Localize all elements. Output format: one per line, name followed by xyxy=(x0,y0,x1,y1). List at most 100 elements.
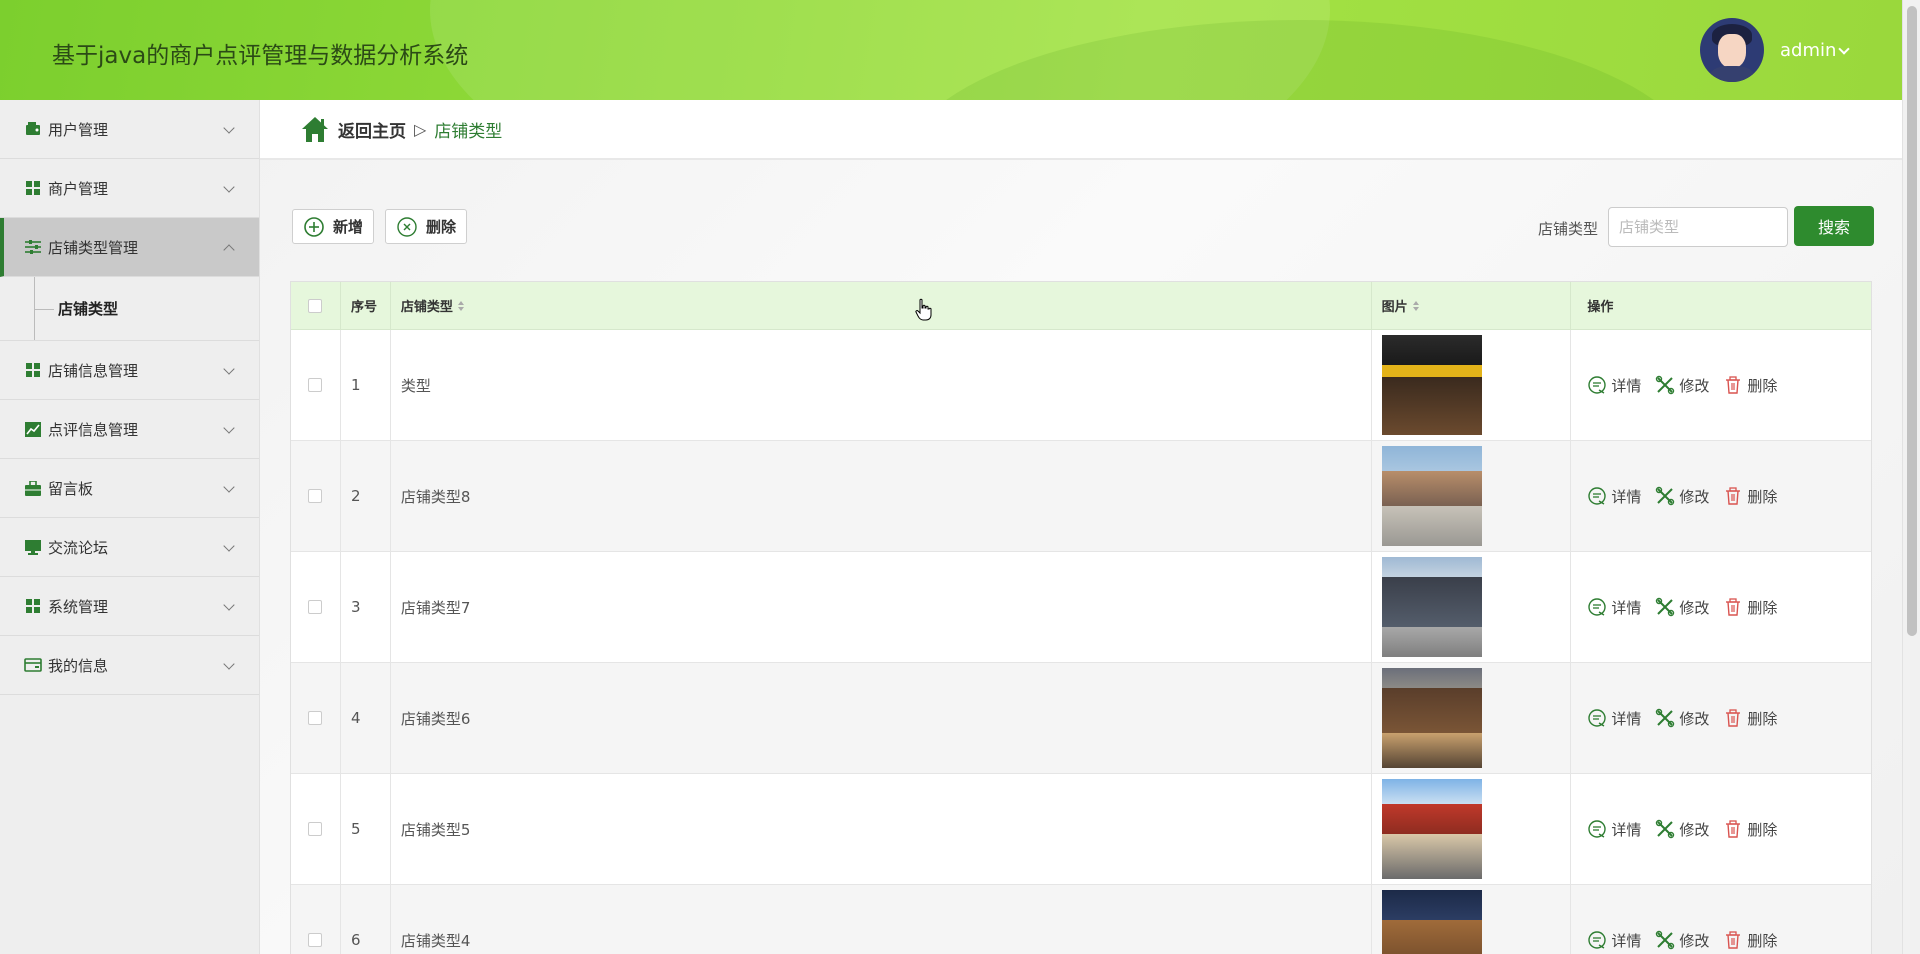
row-checkbox[interactable] xyxy=(308,489,323,503)
sliders-icon xyxy=(24,238,42,256)
home-icon[interactable] xyxy=(300,115,330,143)
edit-button[interactable]: 修改 xyxy=(1655,486,1709,507)
sidebar-item-review-management[interactable]: 点评信息管理 xyxy=(0,400,259,459)
card-icon xyxy=(24,656,42,674)
shop-image[interactable] xyxy=(1381,668,1482,768)
row-shop-type: 店铺类型7 xyxy=(400,598,471,617)
sidebar-subitem-shop-type[interactable]: 店铺类型 xyxy=(0,277,259,341)
search-input[interactable] xyxy=(1608,207,1788,247)
grid-icon xyxy=(24,361,42,379)
tools-icon xyxy=(1656,708,1675,728)
row-shop-type: 店铺类型8 xyxy=(400,487,471,506)
shop-image[interactable] xyxy=(1381,446,1482,546)
avatar[interactable] xyxy=(1700,18,1764,82)
column-header-picture[interactable]: 图片 xyxy=(1372,282,1572,329)
sidebar-item-shop-info-management[interactable]: 店铺信息管理 xyxy=(0,341,259,400)
shop-image[interactable] xyxy=(1381,335,1482,435)
delete-button-label: 删除 xyxy=(426,218,457,236)
row-index: 2 xyxy=(350,487,361,505)
chevron-down-icon xyxy=(223,540,235,552)
data-table: 序号 店铺类型 图片 操作 1 类型 详情 修改 删除 2 店铺类型8 详情 修改 删除 3 店铺类型… xyxy=(290,281,1872,954)
tools-icon xyxy=(1656,819,1675,839)
tools-icon xyxy=(1656,375,1675,395)
delete-button[interactable]: 删除 xyxy=(385,209,468,244)
detail-icon xyxy=(1588,487,1607,505)
detail-button[interactable]: 详情 xyxy=(1587,819,1641,840)
breadcrumb-separator: ▷ xyxy=(414,119,427,139)
add-button[interactable]: 新增 xyxy=(292,209,375,244)
sidebar-item-label: 交流论坛 xyxy=(48,538,109,557)
detail-button[interactable]: 详情 xyxy=(1587,375,1641,396)
row-index: 4 xyxy=(350,709,361,727)
sidebar-item-message-board[interactable]: 留言板 xyxy=(0,459,259,518)
search-label: 店铺类型 xyxy=(1538,220,1599,238)
trash-icon xyxy=(1726,820,1741,838)
table-row: 3 店铺类型7 详情 修改 删除 xyxy=(291,552,1871,663)
delete-row-button[interactable]: 删除 xyxy=(1723,819,1777,840)
sidebar-item-shop-type-management[interactable]: 店铺类型管理 xyxy=(0,218,259,277)
chevron-down-icon[interactable] xyxy=(1838,43,1850,55)
chevron-down-icon xyxy=(223,481,235,493)
scrollbar-thumb[interactable] xyxy=(1907,6,1917,636)
sidebar-item-label: 商户管理 xyxy=(48,179,109,198)
chevron-down-icon xyxy=(223,122,235,134)
select-all-checkbox[interactable] xyxy=(308,298,323,313)
vertical-scrollbar[interactable] xyxy=(1902,0,1920,954)
sidebar-item-label: 我的信息 xyxy=(48,656,109,675)
edit-button[interactable]: 修改 xyxy=(1655,819,1709,840)
chevron-down-icon xyxy=(223,363,235,375)
sidebar-item-label: 点评信息管理 xyxy=(48,420,139,439)
edit-button[interactable]: 修改 xyxy=(1655,930,1709,951)
delete-row-button[interactable]: 删除 xyxy=(1723,486,1777,507)
row-shop-type: 店铺类型5 xyxy=(400,820,471,839)
plus-circle-icon xyxy=(304,216,324,237)
edit-button[interactable]: 修改 xyxy=(1655,708,1709,729)
edit-button[interactable]: 修改 xyxy=(1655,597,1709,618)
shop-image[interactable] xyxy=(1381,557,1482,657)
detail-button[interactable]: 详情 xyxy=(1587,930,1641,951)
detail-button[interactable]: 详情 xyxy=(1587,486,1641,507)
edit-button[interactable]: 修改 xyxy=(1655,375,1709,396)
close-circle-icon xyxy=(397,216,417,237)
sidebar-item-label: 留言板 xyxy=(48,479,94,498)
detail-button[interactable]: 详情 xyxy=(1587,597,1641,618)
breadcrumb: 返回主页 ▷ 店铺类型 xyxy=(260,100,1902,160)
delete-row-button[interactable]: 删除 xyxy=(1723,597,1777,618)
column-header-type[interactable]: 店铺类型 xyxy=(391,282,1372,329)
grid-icon xyxy=(24,597,42,615)
breadcrumb-home-link[interactable]: 返回主页 xyxy=(338,117,406,142)
monitor-icon xyxy=(24,538,42,556)
username-dropdown[interactable]: admin xyxy=(1780,40,1836,61)
row-checkbox[interactable] xyxy=(308,711,323,725)
sidebar: 用户管理 商户管理 店铺类型管理 店铺类型 店铺信息管理 点评信息管理 留言板 … xyxy=(0,100,260,954)
delete-row-button[interactable]: 删除 xyxy=(1723,708,1777,729)
row-checkbox[interactable] xyxy=(308,600,323,614)
delete-row-button[interactable]: 删除 xyxy=(1723,930,1777,951)
detail-icon xyxy=(1588,931,1607,949)
table-row: 4 店铺类型6 详情 修改 删除 xyxy=(291,663,1871,774)
row-checkbox[interactable] xyxy=(308,822,323,836)
sidebar-item-forum[interactable]: 交流论坛 xyxy=(0,518,259,577)
sidebar-item-merchant-management[interactable]: 商户管理 xyxy=(0,159,259,218)
shop-image[interactable] xyxy=(1381,890,1482,954)
detail-icon xyxy=(1588,376,1607,394)
row-shop-type: 店铺类型6 xyxy=(400,709,471,728)
shop-image[interactable] xyxy=(1381,779,1482,879)
detail-button[interactable]: 详情 xyxy=(1587,708,1641,729)
chevron-down-icon xyxy=(223,422,235,434)
sidebar-item-system-management[interactable]: 系统管理 xyxy=(0,577,259,636)
briefcase-icon xyxy=(24,479,42,497)
grid-icon xyxy=(24,179,42,197)
main-content: 返回主页 ▷ 店铺类型 新增 删除 店铺类型 搜索 序号 店铺类型 图片 操作 … xyxy=(260,100,1902,954)
row-checkbox[interactable] xyxy=(308,933,323,947)
row-index: 1 xyxy=(350,376,361,394)
sort-icon[interactable] xyxy=(457,300,464,311)
sidebar-item-my-info[interactable]: 我的信息 xyxy=(0,636,259,695)
sidebar-item-user-management[interactable]: 用户管理 xyxy=(0,100,259,159)
sort-icon[interactable] xyxy=(1412,300,1419,311)
row-shop-type: 类型 xyxy=(400,376,431,395)
chevron-up-icon xyxy=(223,244,235,256)
row-checkbox[interactable] xyxy=(308,378,323,392)
delete-row-button[interactable]: 删除 xyxy=(1723,375,1777,396)
search-button[interactable]: 搜索 xyxy=(1794,206,1874,246)
